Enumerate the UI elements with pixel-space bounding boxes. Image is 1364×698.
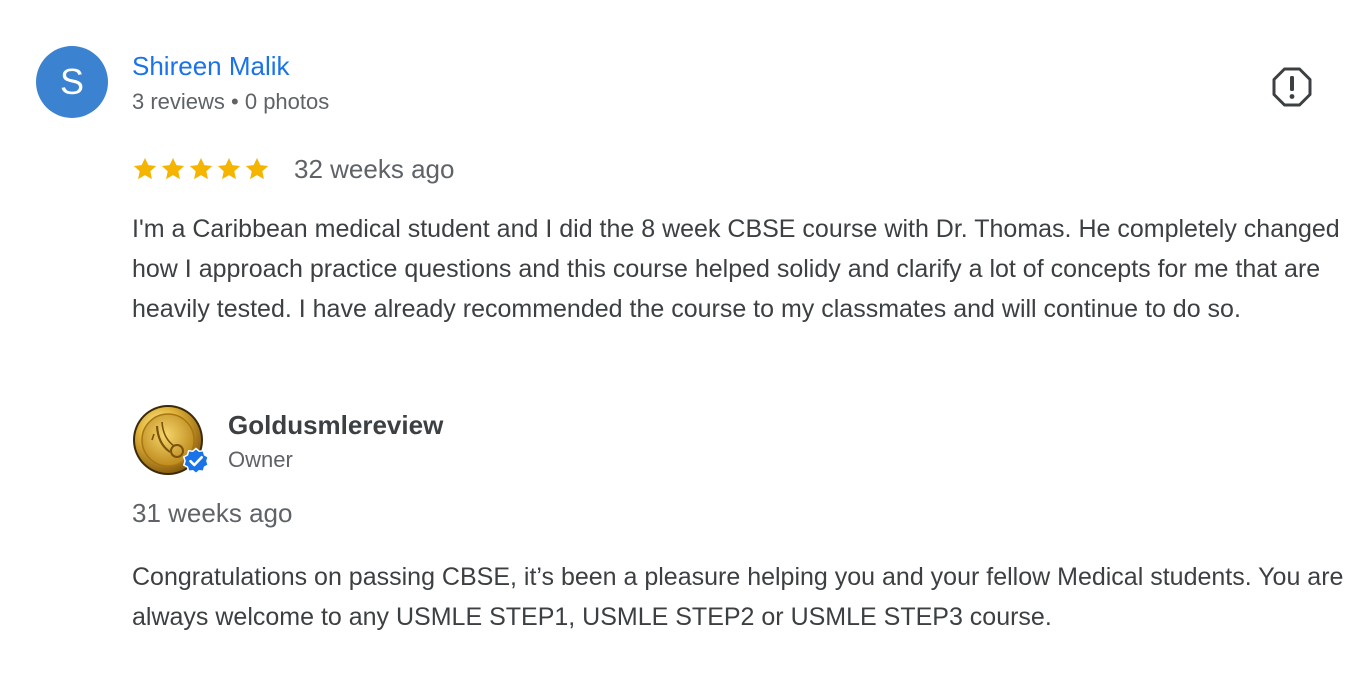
report-flag-icon[interactable]: [1272, 67, 1312, 107]
verified-check-icon: [182, 447, 210, 475]
review-card: S Shireen Malik 3 reviews • 0 photos 32 …: [0, 0, 1364, 698]
star-icon: [161, 157, 185, 180]
reviewer-meta: 3 reviews • 0 photos: [132, 89, 330, 114]
star-icon: [217, 157, 241, 180]
owner-role-label: Owner: [228, 447, 293, 472]
reply-text: Congratulations on passing CBSE, it’s be…: [132, 563, 1344, 631]
review-date: 32 weeks ago: [294, 154, 455, 184]
owner-name: Goldusmlereview: [228, 410, 444, 440]
star-icon: [245, 157, 269, 180]
star-icon: [133, 157, 157, 180]
review-text: I'm a Caribbean medical student and I di…: [132, 215, 1340, 323]
reply-date: 31 weeks ago: [132, 498, 293, 528]
star-icon: [189, 157, 213, 180]
star-rating: [132, 156, 270, 182]
reviewer-name-link[interactable]: Shireen Malik: [132, 49, 290, 83]
reviewer-avatar[interactable]: S: [36, 46, 108, 118]
rating-row: 32 weeks ago: [132, 150, 454, 188]
